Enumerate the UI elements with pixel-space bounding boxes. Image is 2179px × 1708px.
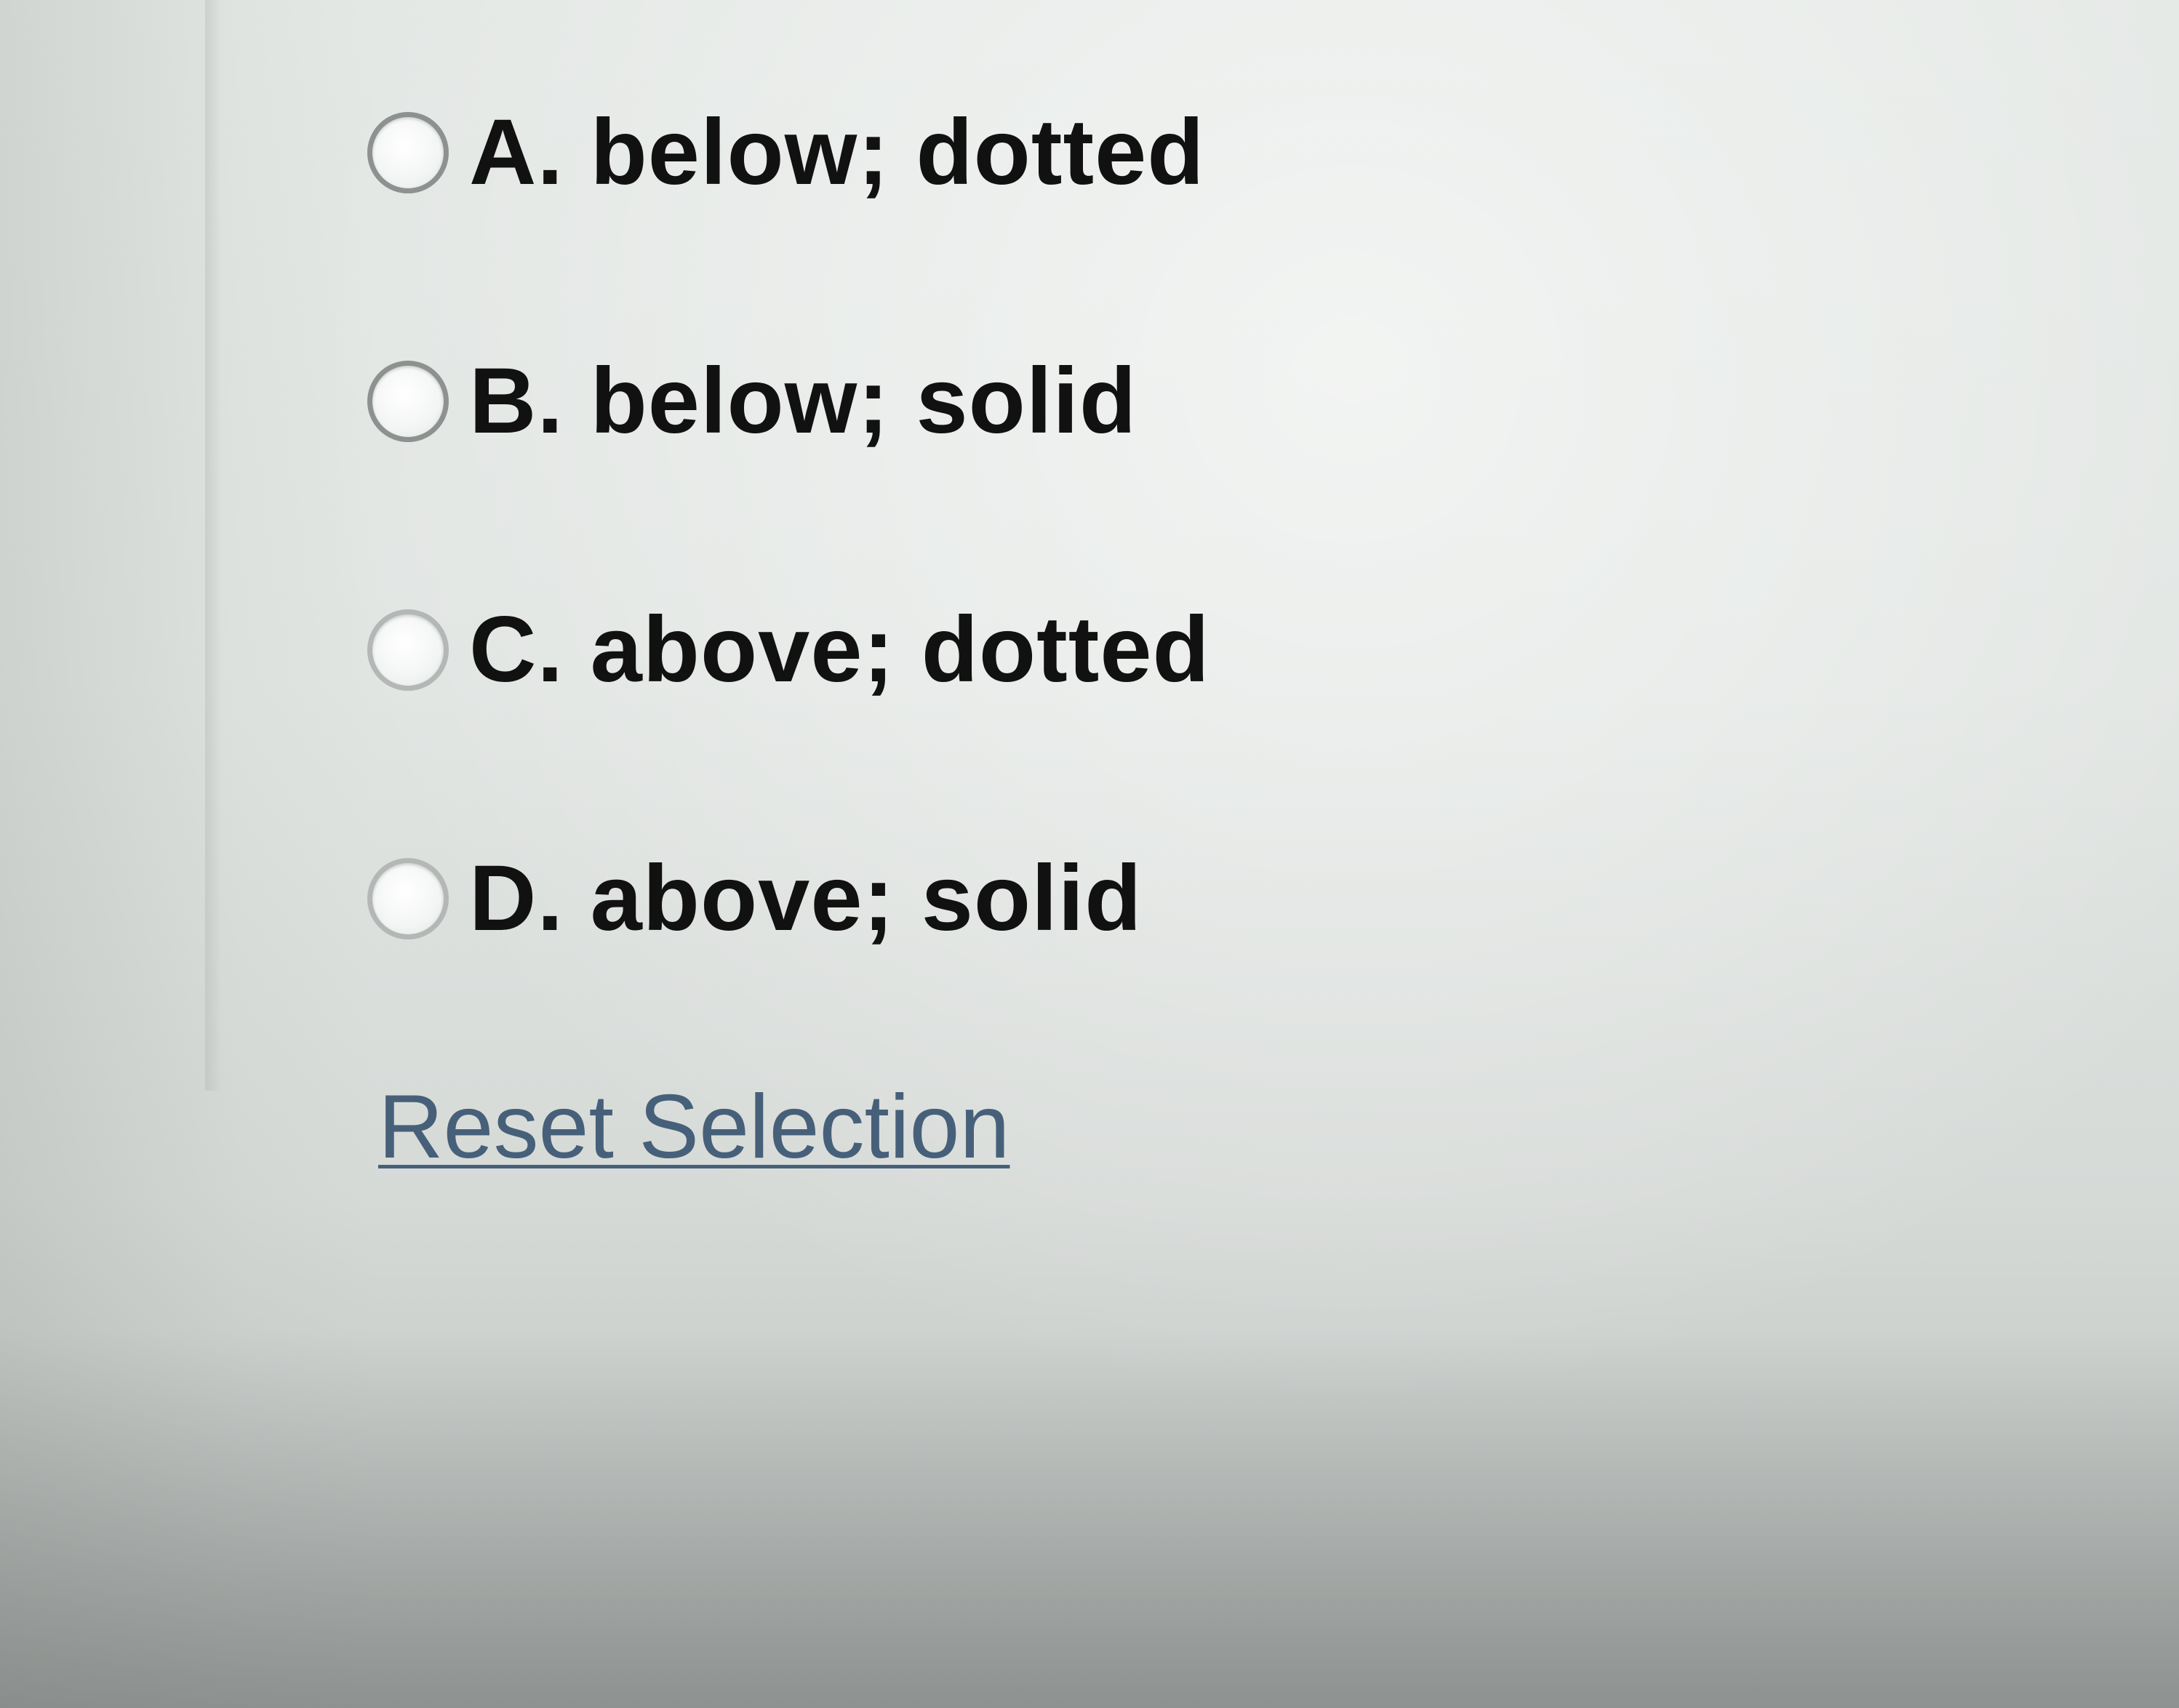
choice-a-label[interactable]: A. below; dotted (469, 106, 1204, 199)
radio-button-a[interactable] (367, 112, 449, 193)
radio-button-c[interactable] (367, 609, 449, 691)
radio-button-d[interactable] (367, 858, 449, 939)
choice-d-label[interactable]: D. above; solid (469, 852, 1142, 945)
panel-edge (205, 0, 221, 1091)
choice-c[interactable]: C. above; dotted (367, 604, 1386, 697)
choice-b-label[interactable]: B. below; solid (469, 355, 1137, 448)
choice-d[interactable]: D. above; solid (367, 852, 1386, 945)
radio-button-b[interactable] (367, 361, 449, 442)
choice-c-label[interactable]: C. above; dotted (469, 604, 1210, 697)
reset-selection-link[interactable]: Reset Selection (378, 1082, 1009, 1172)
choice-b[interactable]: B. below; solid (367, 355, 1386, 448)
answer-choices: A. below; dotted B. below; solid C. abov… (367, 106, 1386, 1104)
choice-a[interactable]: A. below; dotted (367, 106, 1386, 199)
